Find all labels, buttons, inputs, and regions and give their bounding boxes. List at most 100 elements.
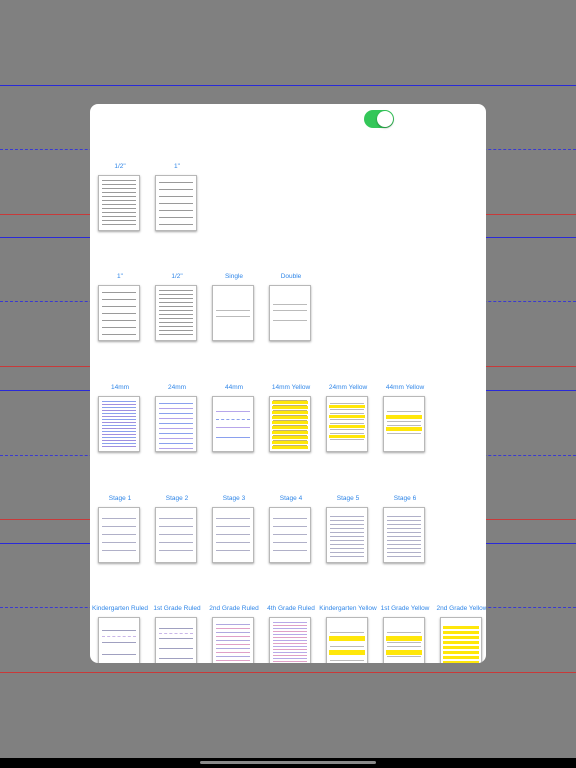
highlight-band [272, 431, 308, 434]
paper-thumbnail[interactable] [326, 507, 368, 563]
guide-line [102, 204, 136, 205]
guide-line [387, 540, 421, 541]
guide-line [216, 644, 250, 645]
highlight-band [443, 661, 479, 663]
guide-line [159, 294, 193, 295]
guide-line [273, 405, 307, 406]
guide-line [159, 298, 193, 299]
guide-line [159, 314, 193, 315]
paper-thumbnail[interactable] [383, 617, 425, 663]
guide-line [159, 403, 193, 404]
guide-line [159, 628, 193, 629]
paper-thumbnail[interactable] [383, 396, 425, 452]
guide-line [159, 408, 193, 409]
guide-line [159, 224, 193, 225]
guide-line [330, 528, 364, 529]
paper-thumbnail[interactable] [155, 507, 197, 563]
guide-line [387, 536, 421, 537]
paper-thumbnail[interactable] [98, 617, 140, 663]
guide-line [216, 411, 250, 412]
guide-line [273, 634, 307, 635]
paper-thumbnail[interactable] [383, 507, 425, 563]
guide-line [216, 648, 250, 649]
paper-thumbnail[interactable] [269, 617, 311, 663]
paper-thumbnail[interactable] [98, 175, 140, 231]
guide-line [330, 409, 364, 410]
paper-thumbnail[interactable] [155, 285, 197, 341]
guide-line [102, 413, 136, 414]
guide-line [159, 302, 193, 303]
highlight-band [386, 415, 422, 419]
paper-thumbnail[interactable] [155, 175, 197, 231]
paper-thumbnail[interactable] [212, 507, 254, 563]
guide-line [387, 548, 421, 549]
guide-line [216, 310, 250, 311]
highlight-band [443, 626, 479, 629]
paper-thumbnail[interactable] [269, 396, 311, 452]
guide-line [159, 526, 193, 527]
guide-line [387, 544, 421, 545]
guide-line [102, 416, 136, 417]
guide-line [273, 310, 307, 311]
paper-thumbnail[interactable] [98, 396, 140, 452]
guide-line [330, 544, 364, 545]
highlight-band [272, 406, 308, 409]
guide-line [159, 658, 193, 659]
guide-line [273, 652, 307, 653]
guide-line [159, 648, 193, 649]
paper-thumbnail[interactable] [98, 285, 140, 341]
highlight-band [272, 436, 308, 439]
guide-line [387, 646, 421, 647]
highlight-band [272, 446, 308, 449]
guide-line [273, 410, 307, 411]
paper-thumbnail[interactable] [212, 285, 254, 341]
guide-line [216, 624, 250, 625]
guide-line [216, 550, 250, 551]
guide-line [273, 440, 307, 441]
highlight-band [329, 415, 365, 418]
home-indicator[interactable] [200, 761, 376, 764]
guide-line [216, 542, 250, 543]
guide-line [159, 210, 193, 211]
paper-thumbnail[interactable] [269, 285, 311, 341]
guide-line [330, 646, 364, 647]
paper-thumbnail[interactable] [440, 617, 482, 663]
guide-line [159, 534, 193, 535]
guide-line [102, 636, 136, 637]
paper-thumbnail[interactable] [212, 396, 254, 452]
guide-line [330, 413, 364, 414]
guide-line [273, 518, 307, 519]
highlight-band [443, 636, 479, 639]
paper-thumbnail[interactable] [155, 617, 197, 663]
highlight-band [272, 411, 308, 414]
guide-line [330, 548, 364, 549]
guide-line [387, 421, 421, 422]
paper-thumbnail[interactable] [269, 507, 311, 563]
paper-thumbnail[interactable] [155, 396, 197, 452]
guide-line [159, 633, 193, 634]
guide-line [273, 637, 307, 638]
highlight-band [329, 425, 365, 428]
guide-line [159, 196, 193, 197]
guide-line [102, 431, 136, 432]
guide-line [159, 322, 193, 323]
settings-toggle[interactable] [364, 110, 394, 128]
guide-line [216, 660, 250, 661]
paper-thumbnail[interactable] [212, 617, 254, 663]
guide-line [159, 318, 193, 319]
guide-line [273, 435, 307, 436]
guide-line [216, 316, 250, 317]
paper-thumbnail[interactable] [98, 507, 140, 563]
guide-line [273, 415, 307, 416]
guide-line [387, 556, 421, 557]
guide-line [159, 326, 193, 327]
guide-line [273, 655, 307, 656]
paper-thumbnail[interactable] [326, 396, 368, 452]
guide-line [102, 534, 136, 535]
guide-line [273, 640, 307, 641]
guide-line [330, 524, 364, 525]
guide-line [330, 532, 364, 533]
guide-line [330, 439, 364, 440]
paper-thumbnail[interactable] [326, 617, 368, 663]
guide-line [102, 404, 136, 405]
